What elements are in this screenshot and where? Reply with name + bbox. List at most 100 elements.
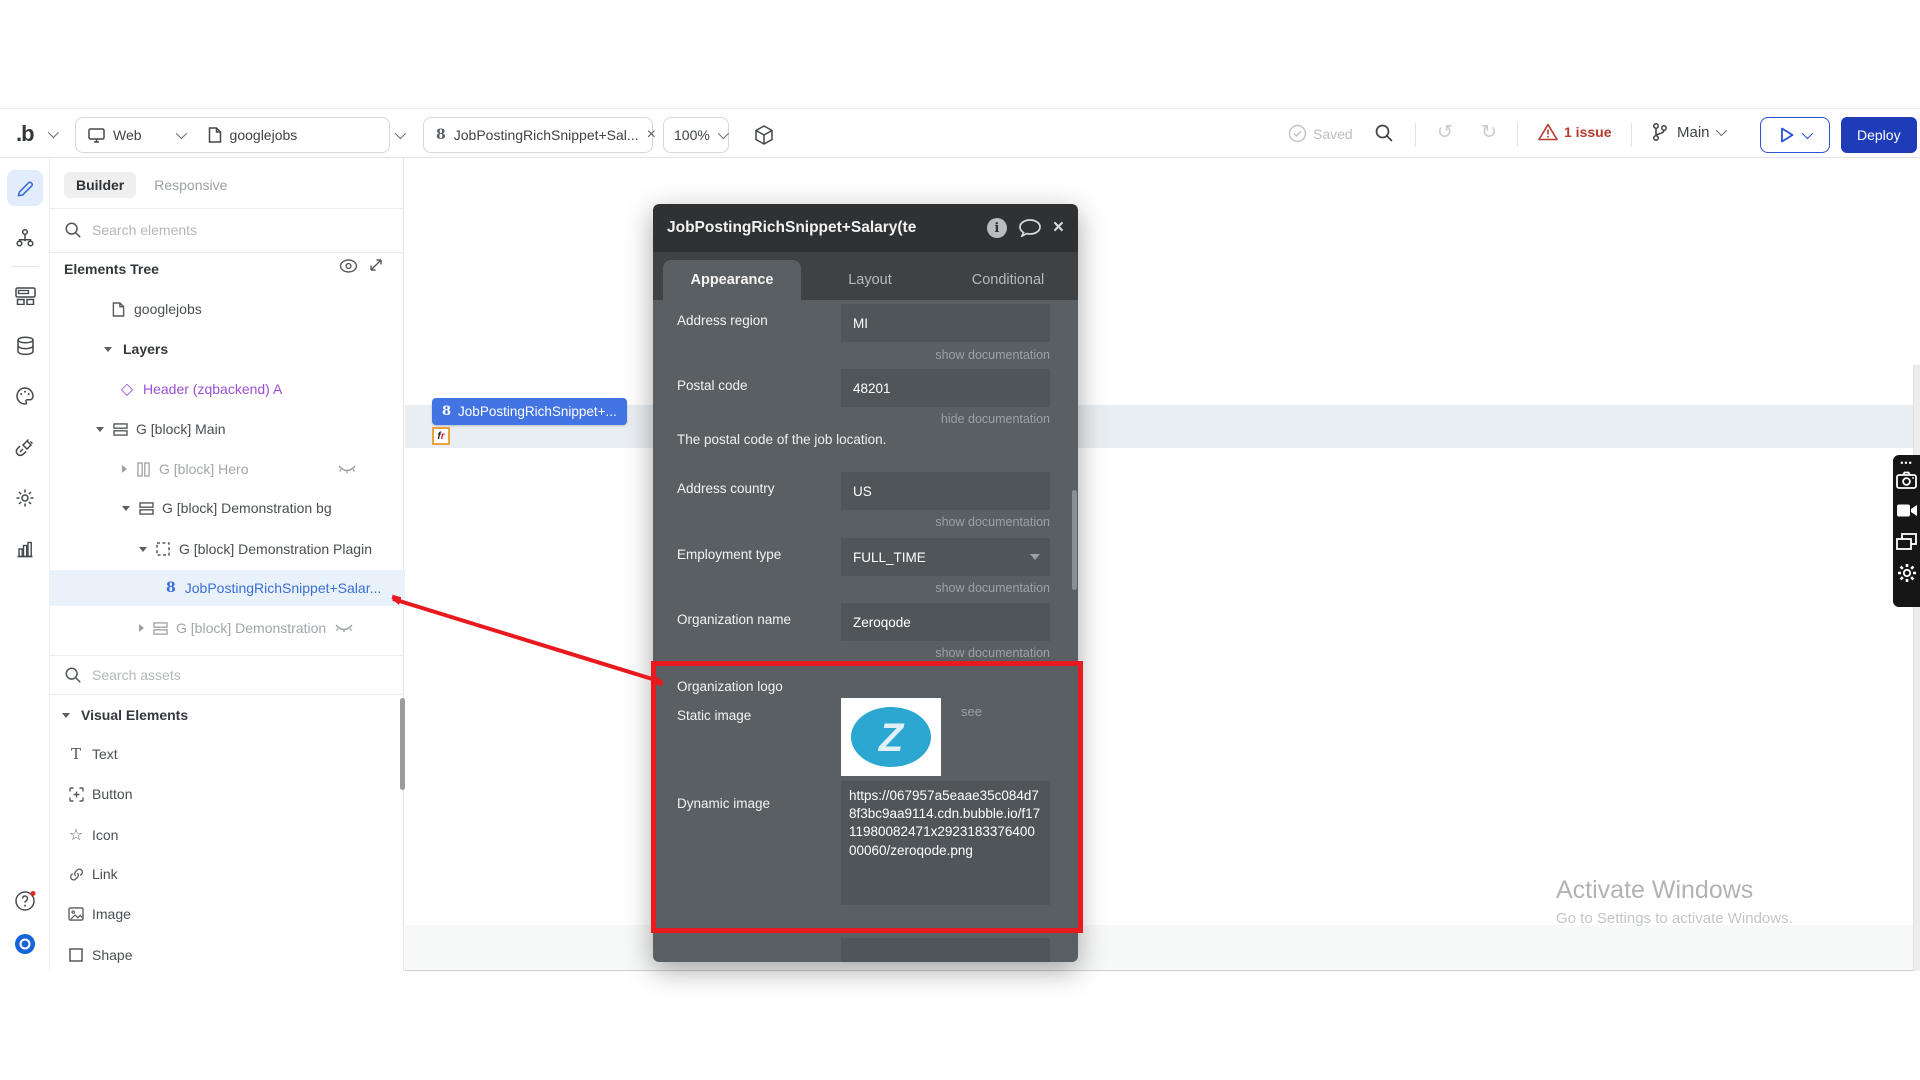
search-button[interactable] bbox=[1374, 123, 1394, 143]
tree-row-main[interactable]: G [block] Main bbox=[50, 414, 405, 444]
issues-button[interactable]: 1 issue bbox=[1538, 123, 1611, 141]
plugin-element-badge[interactable]: fr bbox=[432, 427, 450, 445]
address-country-input[interactable]: US bbox=[841, 472, 1050, 510]
redo-button[interactable]: ↻ bbox=[1481, 121, 1497, 143]
caret-down-icon[interactable] bbox=[122, 506, 130, 511]
asset-item-text[interactable]: T Text bbox=[50, 739, 405, 769]
caret-down-icon[interactable] bbox=[139, 547, 147, 552]
undo-button[interactable]: ↺ bbox=[1437, 121, 1453, 143]
toggle-visibility-icon[interactable] bbox=[339, 259, 358, 273]
plugins-tab-button[interactable] bbox=[7, 429, 43, 465]
toolbar-more-button[interactable]: ••• bbox=[1893, 458, 1920, 468]
tree-row-header[interactable]: ◇ Header (zqbackend) A bbox=[50, 374, 405, 404]
capture-settings-button[interactable] bbox=[1893, 563, 1920, 583]
doc-link[interactable]: show documentation bbox=[677, 581, 1050, 595]
organization-name-input[interactable]: Zeroqode bbox=[841, 603, 1050, 641]
tree-row-demonstration-plagin[interactable]: G [block] Demonstration Plagin bbox=[50, 534, 405, 564]
help-button[interactable] bbox=[7, 883, 43, 919]
panel-scrollbar[interactable] bbox=[400, 698, 405, 790]
palette-icon bbox=[15, 386, 35, 406]
see-link[interactable]: see bbox=[961, 704, 982, 719]
tree-row-hero[interactable]: G [block] Hero bbox=[50, 454, 405, 484]
logs-tab-button[interactable] bbox=[7, 531, 43, 567]
postal-code-input[interactable]: 48201 bbox=[841, 369, 1050, 407]
video-camera-icon bbox=[1896, 503, 1918, 518]
tree-row-page[interactable]: googlejobs bbox=[50, 294, 405, 324]
bubble-logo: .b bbox=[16, 121, 34, 147]
doc-link[interactable]: hide documentation bbox=[677, 412, 1050, 426]
employment-type-dropdown[interactable]: FULL_TIME bbox=[841, 538, 1050, 576]
component-library-button[interactable] bbox=[753, 124, 775, 146]
database-icon bbox=[16, 336, 35, 356]
expand-all-icon[interactable] bbox=[368, 257, 384, 273]
screenshot-button[interactable] bbox=[1893, 471, 1920, 489]
tab-builder[interactable]: Builder bbox=[64, 172, 136, 198]
selected-element-label[interactable]: 8 JobPostingRichSnippet+... bbox=[432, 398, 627, 425]
design-tab-button[interactable] bbox=[7, 170, 43, 206]
panel-tabs: Builder Responsive bbox=[64, 172, 239, 198]
bubble-logo-menu[interactable]: .b bbox=[16, 117, 56, 151]
workflow-tab-button[interactable] bbox=[7, 220, 43, 256]
info-icon[interactable]: i bbox=[987, 218, 1007, 238]
saved-label: Saved bbox=[1313, 126, 1353, 142]
close-tab-icon[interactable]: × bbox=[647, 126, 656, 144]
mode-dropdown[interactable]: Web bbox=[76, 117, 196, 153]
comment-icon[interactable] bbox=[1019, 219, 1041, 237]
record-button[interactable] bbox=[1893, 503, 1920, 518]
settings-tab-button[interactable] bbox=[7, 480, 43, 516]
branch-dropdown[interactable]: Main bbox=[1651, 122, 1724, 142]
assistant-button[interactable] bbox=[7, 926, 43, 962]
styles-tab-button[interactable] bbox=[7, 378, 43, 414]
caret-right-icon[interactable] bbox=[139, 624, 144, 632]
data-tab-button[interactable] bbox=[7, 328, 43, 364]
reusables-tab-button[interactable] bbox=[7, 278, 43, 314]
search-elements-input[interactable] bbox=[92, 222, 332, 238]
tree-row-jobposting-selected[interactable]: 8 JobPostingRichSnippet+Salar... bbox=[50, 570, 405, 606]
deploy-button[interactable]: Deploy bbox=[1841, 117, 1917, 153]
columns-block-icon bbox=[134, 462, 152, 477]
bubble-editor: .b Web googlejobs 8 JobPostingRichSnippe… bbox=[0, 0, 1920, 1080]
popup-scrollbar[interactable] bbox=[1072, 490, 1077, 590]
static-image-thumbnail[interactable]: Z bbox=[841, 698, 941, 776]
tab-conditional[interactable]: Conditional bbox=[939, 260, 1077, 300]
property-editor-header[interactable]: JobPostingRichSnippet+Salary(te i × bbox=[653, 204, 1078, 252]
doc-link[interactable]: show documentation bbox=[677, 348, 1050, 362]
divider bbox=[1517, 123, 1518, 147]
visual-elements-section[interactable]: Visual Elements bbox=[50, 700, 405, 730]
windows-button[interactable] bbox=[1893, 533, 1920, 550]
tree-row-layers[interactable]: Layers bbox=[50, 334, 405, 364]
caret-down-icon[interactable] bbox=[104, 347, 112, 352]
tree-row-demonstration[interactable]: G [block] Demonstration bbox=[50, 613, 405, 643]
asset-item-icon[interactable]: ☆ Icon bbox=[50, 820, 405, 850]
address-region-input[interactable]: MI bbox=[841, 304, 1050, 342]
asset-item-button[interactable]: Button bbox=[50, 779, 405, 809]
zoom-dropdown[interactable]: 100% bbox=[663, 117, 729, 153]
caret-right-icon[interactable] bbox=[122, 465, 127, 473]
asset-item-shape[interactable]: Shape bbox=[50, 940, 405, 970]
page-dropdown[interactable]: googlejobs bbox=[196, 117, 416, 153]
dynamic-image-input[interactable]: https://067957a5eaae35c084d78f3bc9aa9114… bbox=[841, 781, 1050, 905]
tab-responsive[interactable]: Responsive bbox=[142, 172, 239, 198]
zoom-level: 100% bbox=[674, 127, 710, 143]
page-icon bbox=[208, 127, 222, 143]
close-icon[interactable]: × bbox=[1053, 217, 1064, 239]
help-icon bbox=[14, 890, 36, 912]
doc-link[interactable]: show documentation bbox=[677, 515, 1050, 529]
search-assets-input[interactable] bbox=[92, 667, 332, 683]
element-tab[interactable]: 8 JobPostingRichSnippet+Sal... × bbox=[423, 117, 653, 153]
save-status: Saved bbox=[1288, 124, 1353, 143]
sitemap-icon bbox=[15, 228, 35, 248]
asset-item-link[interactable]: Link bbox=[50, 859, 405, 889]
caret-down-icon[interactable] bbox=[62, 713, 70, 718]
doc-link[interactable]: show documentation bbox=[677, 646, 1050, 660]
zeroqode-logo: Z bbox=[848, 705, 934, 769]
canvas-element-band[interactable] bbox=[405, 405, 1920, 448]
tab-appearance[interactable]: Appearance bbox=[663, 260, 801, 300]
asset-item-image[interactable]: Image bbox=[50, 899, 405, 929]
preview-button[interactable] bbox=[1760, 117, 1830, 153]
issues-label: 1 issue bbox=[1564, 124, 1611, 140]
caret-down-icon[interactable] bbox=[96, 427, 104, 432]
tree-row-demonstration-bg[interactable]: G [block] Demonstration bg bbox=[50, 493, 405, 523]
tab-layout[interactable]: Layout bbox=[801, 260, 939, 300]
next-field-input[interactable] bbox=[841, 938, 1050, 962]
